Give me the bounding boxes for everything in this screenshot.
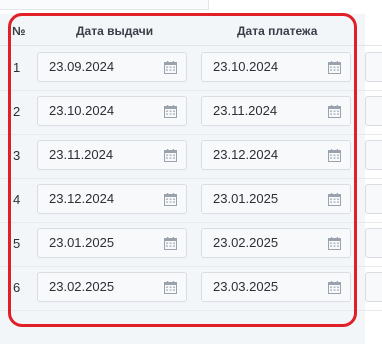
row-number: 2 [13, 104, 21, 119]
payment-date-value: 23.12.2024 [213, 147, 279, 162]
next-column-field[interactable] [365, 272, 382, 302]
issue-date-field[interactable]: 23.10.2024 [37, 96, 187, 126]
payment-date-value: 23.03.2025 [213, 279, 279, 294]
next-column-field[interactable] [365, 96, 382, 126]
issue-date-value: 23.11.2024 [49, 147, 114, 162]
table-header: № Дата выдачи Дата платежа [0, 14, 382, 46]
payment-date-field[interactable]: 23.02.2025 [201, 228, 351, 258]
row-number: 1 [13, 60, 21, 75]
row-number: 5 [13, 236, 21, 251]
issue-date-field[interactable]: 23.01.2025 [37, 228, 187, 258]
next-column-field[interactable] [365, 228, 382, 258]
payment-date-value: 23.10.2024 [213, 59, 279, 74]
payment-date-value: 23.01.2025 [213, 191, 279, 206]
payment-date-field[interactable]: 23.03.2025 [201, 272, 351, 302]
row-number: 3 [13, 148, 21, 163]
header-payment-date: Дата платежа [237, 24, 318, 38]
header-issue-date: Дата выдачи [76, 24, 154, 38]
table-row: 3 23.11.2024 23.12.2024 [0, 134, 382, 179]
issue-date-value: 23.10.2024 [49, 103, 115, 118]
calendar-icon[interactable] [164, 61, 177, 74]
payment-date-field[interactable]: 23.12.2024 [201, 140, 351, 170]
payment-date-field[interactable]: 23.10.2024 [201, 52, 351, 82]
calendar-icon[interactable] [328, 105, 341, 118]
top-panel-edge [0, 0, 209, 10]
payment-date-value: 23.11.2024 [213, 103, 278, 118]
row-number: 4 [13, 192, 21, 207]
next-column-field[interactable] [365, 52, 382, 82]
calendar-icon[interactable] [164, 193, 177, 206]
calendar-icon[interactable] [328, 281, 341, 294]
issue-date-value: 23.01.2025 [49, 235, 115, 250]
payment-date-field[interactable]: 23.01.2025 [201, 184, 351, 214]
issue-date-value: 23.09.2024 [49, 59, 115, 74]
issue-date-value: 23.02.2025 [49, 279, 115, 294]
table-row: 5 23.01.2025 23.02.2025 [0, 222, 382, 267]
table-row: 4 23.12.2024 23.01.2025 [0, 178, 382, 223]
issue-date-field[interactable]: 23.12.2024 [37, 184, 187, 214]
table-row: 2 23.10.2024 23.11.2024 [0, 90, 382, 135]
table-row: 1 23.09.2024 23.10.2024 [0, 46, 382, 91]
table-row: 6 23.02.2025 23.03.2025 [0, 266, 382, 311]
calendar-icon[interactable] [164, 105, 177, 118]
next-column-field[interactable] [365, 140, 382, 170]
issue-date-field[interactable]: 23.02.2025 [37, 272, 187, 302]
calendar-icon[interactable] [328, 61, 341, 74]
calendar-icon[interactable] [328, 193, 341, 206]
calendar-icon[interactable] [164, 281, 177, 294]
calendar-icon[interactable] [328, 237, 341, 250]
issue-date-value: 23.12.2024 [49, 191, 115, 206]
issue-date-field[interactable]: 23.11.2024 [37, 140, 187, 170]
payment-date-field[interactable]: 23.11.2024 [201, 96, 351, 126]
calendar-icon[interactable] [164, 237, 177, 250]
next-column-field[interactable] [365, 184, 382, 214]
issue-date-field[interactable]: 23.09.2024 [37, 52, 187, 82]
calendar-icon[interactable] [328, 149, 341, 162]
calendar-icon[interactable] [164, 149, 177, 162]
header-number: № [12, 24, 26, 38]
row-number: 6 [13, 280, 21, 295]
payment-date-value: 23.02.2025 [213, 235, 279, 250]
